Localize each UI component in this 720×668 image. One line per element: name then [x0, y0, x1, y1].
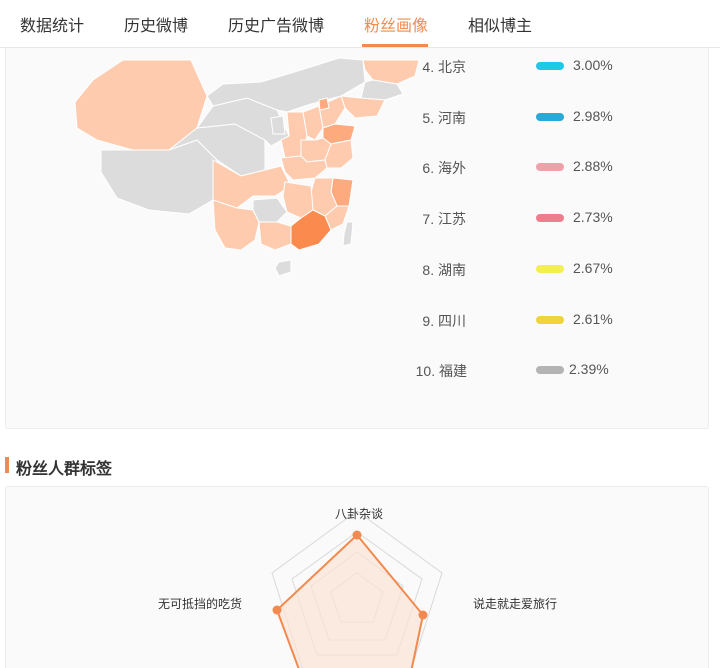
radar-value-area — [275, 533, 425, 668]
radar-label-travel: 说走就走爱旅行 — [473, 597, 558, 611]
map-region[interactable] — [100, 139, 218, 215]
map-region[interactable] — [340, 95, 386, 119]
tab-history-ad-weibo[interactable]: 历史广告微博 — [228, 12, 324, 36]
map-region[interactable] — [274, 259, 292, 277]
radar-label-foodie: 无可抵挡的吃货 — [158, 597, 243, 611]
tab-history-weibo[interactable]: 历史微博 — [124, 12, 188, 36]
tab-data-stats[interactable]: 数据统计 — [20, 12, 84, 36]
map-region[interactable] — [212, 199, 260, 251]
profile-tabs: 数据统计 历史微博 历史广告微博 粉丝画像 相似博主 — [0, 0, 720, 48]
fan-region-map-panel — [5, 48, 709, 429]
map-region[interactable] — [318, 97, 330, 111]
tab-similar-bloggers[interactable]: 相似博主 — [468, 12, 532, 36]
china-fan-map — [74, 57, 420, 277]
tab-fan-profile[interactable]: 粉丝画像 — [364, 12, 428, 36]
map-region[interactable] — [258, 221, 292, 251]
radar-point[interactable] — [272, 605, 282, 615]
radar-point[interactable] — [418, 610, 428, 620]
section-title: 粉丝人群标签 — [16, 461, 113, 478]
radar-label-gossip: 八卦杂谈 — [335, 507, 384, 521]
fan-tags-radar-panel: 八卦杂谈 说走就走爱旅行 无可抵挡的吃货 — [5, 486, 709, 668]
radar-point[interactable] — [352, 530, 362, 540]
active-tab-indicator — [362, 44, 428, 47]
map-region[interactable] — [252, 197, 288, 223]
map-region[interactable] — [270, 115, 286, 135]
map-region[interactable] — [342, 221, 354, 247]
section-accent-bar — [5, 457, 9, 473]
